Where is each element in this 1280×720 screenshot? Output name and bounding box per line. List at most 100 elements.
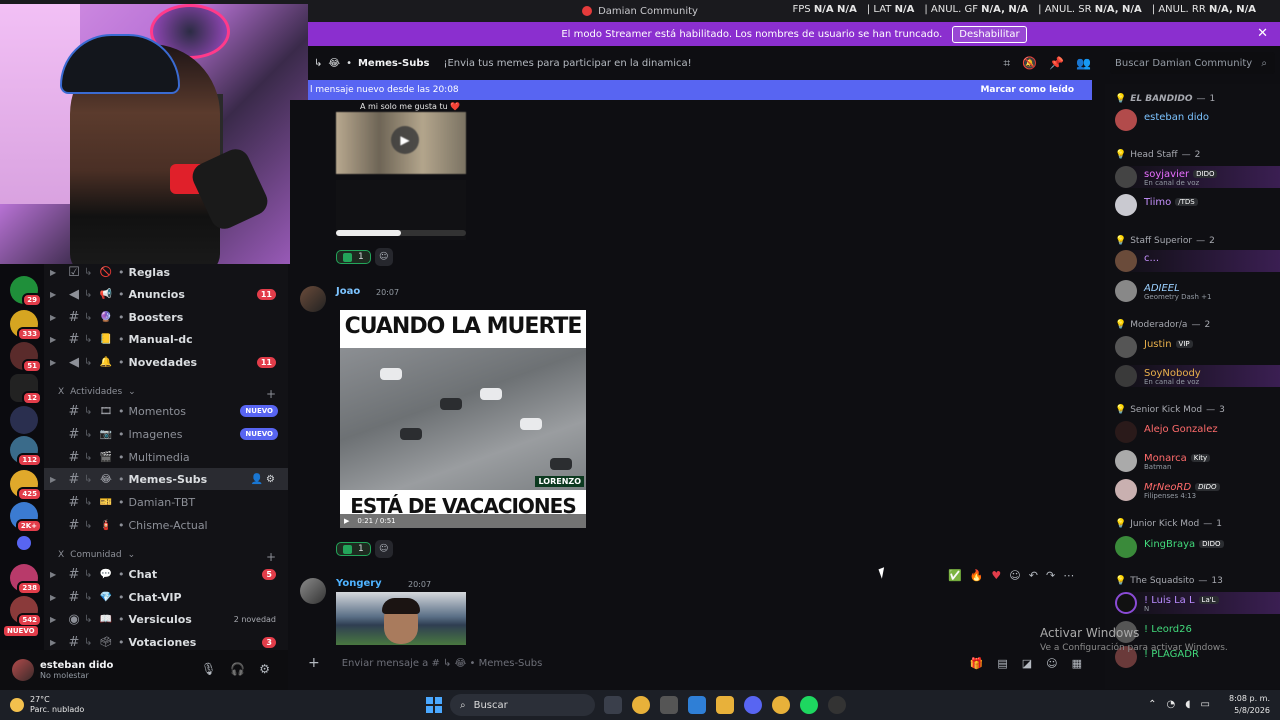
server-icon[interactable]: 12 <box>10 374 42 405</box>
mark-as-read-button[interactable]: Marcar como leído <box>980 85 1074 95</box>
channel-multimedia[interactable]: # ↳ 🎬 • Multimedia <box>44 446 288 468</box>
channel-versiculos[interactable]: ▶ ◉ ↳ 📖 • Versiculos 2 novedad <box>44 608 288 630</box>
member-item[interactable]: esteban dido <box>1115 109 1280 131</box>
add-reaction-icon[interactable]: ☺ <box>1009 569 1020 582</box>
search-input[interactable]: Buscar Damian Community ⌕ <box>1110 52 1275 74</box>
add-reaction-icon[interactable]: ☺ <box>374 540 393 558</box>
app-icon[interactable] <box>660 696 678 714</box>
server-icon[interactable]: 425 <box>10 470 42 501</box>
spotify-icon[interactable] <box>800 696 818 714</box>
channel-boosters[interactable]: ▶ # ↳ 🔮 • Boosters <box>44 306 288 328</box>
image-attachment[interactable] <box>336 592 466 645</box>
member-item[interactable]: c... <box>1115 250 1280 272</box>
disable-streamer-button[interactable]: Deshabilitar <box>952 25 1027 43</box>
app-icon[interactable] <box>688 696 706 714</box>
reaction-chip[interactable]: 1 <box>336 250 371 264</box>
category-comunidad[interactable]: X Comunidad ⌄ + <box>58 550 276 564</box>
forward-icon[interactable]: ↷ <box>1046 569 1055 582</box>
add-channel-icon[interactable]: + <box>266 550 276 564</box>
add-reaction-icon[interactable]: ☺ <box>374 248 393 266</box>
channel-manual-dc[interactable]: ▶ # ↳ 📒 • Manual-dc <box>44 328 288 350</box>
channel-memes-subs[interactable]: ▶ # ↳ 😂 • Memes-Subs 👤⚙ <box>44 468 288 490</box>
server-icon[interactable]: 542 <box>10 596 42 627</box>
video-attachment[interactable]: ▶ <box>336 112 466 174</box>
headphones-icon[interactable]: 🎧 <box>230 662 245 676</box>
reply-icon[interactable]: ↶ <box>1029 569 1038 582</box>
attach-icon[interactable]: + <box>308 655 320 671</box>
gear-icon[interactable]: ⚙ <box>259 662 270 676</box>
new-messages-bar[interactable]: l mensaje nuevo desde las 20:08 Marcar c… <box>308 80 1092 100</box>
sticker-icon[interactable]: ◪ <box>1022 657 1032 670</box>
emoji-icon[interactable]: ☺ <box>1046 657 1057 670</box>
channel-momentos[interactable]: # ↳ 🎞 • Momentos NUEVO <box>44 400 288 422</box>
message-author[interactable]: Yongery <box>336 578 382 589</box>
pin-icon[interactable]: 📌 <box>1049 56 1064 71</box>
avatar[interactable] <box>300 578 326 604</box>
channel-novedades[interactable]: ▶ ◀ ↳ 🔔 • Novedades 11 <box>44 351 288 373</box>
more-icon[interactable]: ⋯ <box>1063 569 1074 582</box>
add-channel-icon[interactable]: + <box>266 387 276 401</box>
folder-icon[interactable] <box>17 536 31 550</box>
member-item[interactable]: ADIEEL Geometry Dash +1 <box>1115 280 1280 302</box>
channel-imagenes[interactable]: # ↳ 📷 • Imagenes NUEVO <box>44 423 288 445</box>
reaction-chip[interactable]: 1 <box>336 542 371 556</box>
wifi-icon[interactable]: ◔ <box>1167 699 1176 710</box>
server-icon[interactable]: 51 <box>10 342 42 373</box>
channel-chat-vip[interactable]: ▶ # ↳ 💎 • Chat-VIP <box>44 586 288 608</box>
member-item[interactable]: Tiimo/TDS <box>1115 194 1280 216</box>
taskbar-search[interactable]: ⌕ Buscar <box>450 694 595 716</box>
channel-chisme-actual[interactable]: # ↳ 🧯 • Chisme-Actual <box>44 514 288 536</box>
check-reaction-icon[interactable]: ✅ <box>948 569 962 582</box>
volume-icon[interactable]: ◖ <box>1185 699 1190 710</box>
channel-settings-icon[interactable]: 👤⚙ <box>251 474 278 485</box>
heart-reaction-icon[interactable]: ♥ <box>991 569 1001 582</box>
avatar[interactable] <box>300 286 326 312</box>
notifications-icon[interactable]: 🔕 <box>1022 56 1037 71</box>
battery-icon[interactable]: ▭ <box>1201 699 1210 710</box>
windows-start-icon[interactable] <box>426 697 442 713</box>
weather-widget[interactable]: 27°C Parc. nublado <box>10 695 84 715</box>
member-item[interactable]: Monarca Kity Batman <box>1115 450 1280 472</box>
meme-video[interactable]: CUANDO LA MUERTE LORENZO ESTÁ DE VACACIO… <box>340 310 586 528</box>
threads-icon[interactable]: ⌗ <box>1003 56 1010 71</box>
members-icon[interactable]: 👥 <box>1076 56 1091 71</box>
channel-anuncios[interactable]: ▶ ◀ ↳ 📢 • Anuncios 11 <box>44 283 288 305</box>
avatar[interactable] <box>12 659 34 681</box>
close-icon[interactable]: ✕ <box>1257 26 1268 41</box>
message-author[interactable]: Joao <box>336 286 360 297</box>
clock[interactable]: 8:08 p. m. 5/8/2026 <box>1229 693 1270 717</box>
apps-icon[interactable]: ▦ <box>1072 657 1082 670</box>
chrome-icon[interactable] <box>772 696 790 714</box>
gif-icon[interactable]: ▤ <box>997 657 1007 670</box>
member-item[interactable]: SoyNobody En canal de voz <box>1115 365 1280 387</box>
category-actividades[interactable]: X Actividades ⌄ + <box>58 387 276 401</box>
server-icon[interactable]: 333 <box>10 310 42 341</box>
channel-damian-tbt[interactable]: # ↳ 🎫 • Damian-TBT <box>44 491 288 513</box>
member-item[interactable]: MrNeoRD DIDO Filipenses 4:13 <box>1115 479 1280 501</box>
channel-votaciones[interactable]: ▶ # ↳ 🗳 • Votaciones 3 <box>44 631 288 650</box>
play-icon[interactable]: ▶ <box>344 517 349 525</box>
chrome-icon[interactable] <box>632 696 650 714</box>
member-item[interactable]: ! Leord26 <box>1115 621 1280 643</box>
member-item[interactable]: soyjavier DIDO En canal de voz <box>1115 166 1280 188</box>
discord-icon[interactable] <box>744 696 762 714</box>
channel-topic[interactable]: ¡Envia tus memes para participar en la d… <box>443 58 691 69</box>
server-icon[interactable]: 238 <box>10 564 42 595</box>
server-icon[interactable]: 112 <box>10 436 42 467</box>
file-explorer-icon[interactable] <box>716 696 734 714</box>
member-item[interactable]: Alejo Gonzalez <box>1115 421 1280 443</box>
microphone-icon[interactable]: 🎙 <box>201 662 216 676</box>
app-icon[interactable] <box>828 696 846 714</box>
channel-reglas[interactable]: ▶ ☑ ↳ 🚫 • Reglas <box>44 264 288 283</box>
fire-reaction-icon[interactable]: 🔥 <box>970 569 984 582</box>
gift-icon[interactable]: 🎁 <box>970 657 984 670</box>
server-icon[interactable] <box>10 406 38 434</box>
server-icon[interactable]: 2K+ <box>10 502 42 533</box>
video-progress[interactable] <box>336 230 466 236</box>
message-composer[interactable]: + Enviar mensaje a # ↳ 😂 • Memes-Subs 🎁 … <box>298 652 1094 674</box>
member-item[interactable]: Justin VIP <box>1115 336 1280 358</box>
channel-chat[interactable]: ▶ # ↳ 💬 • Chat 5 <box>44 563 288 585</box>
server-icon[interactable]: 29 <box>10 276 42 307</box>
member-item[interactable]: KingBraya DIDO <box>1115 536 1280 558</box>
play-icon[interactable]: ▶ <box>391 126 419 154</box>
